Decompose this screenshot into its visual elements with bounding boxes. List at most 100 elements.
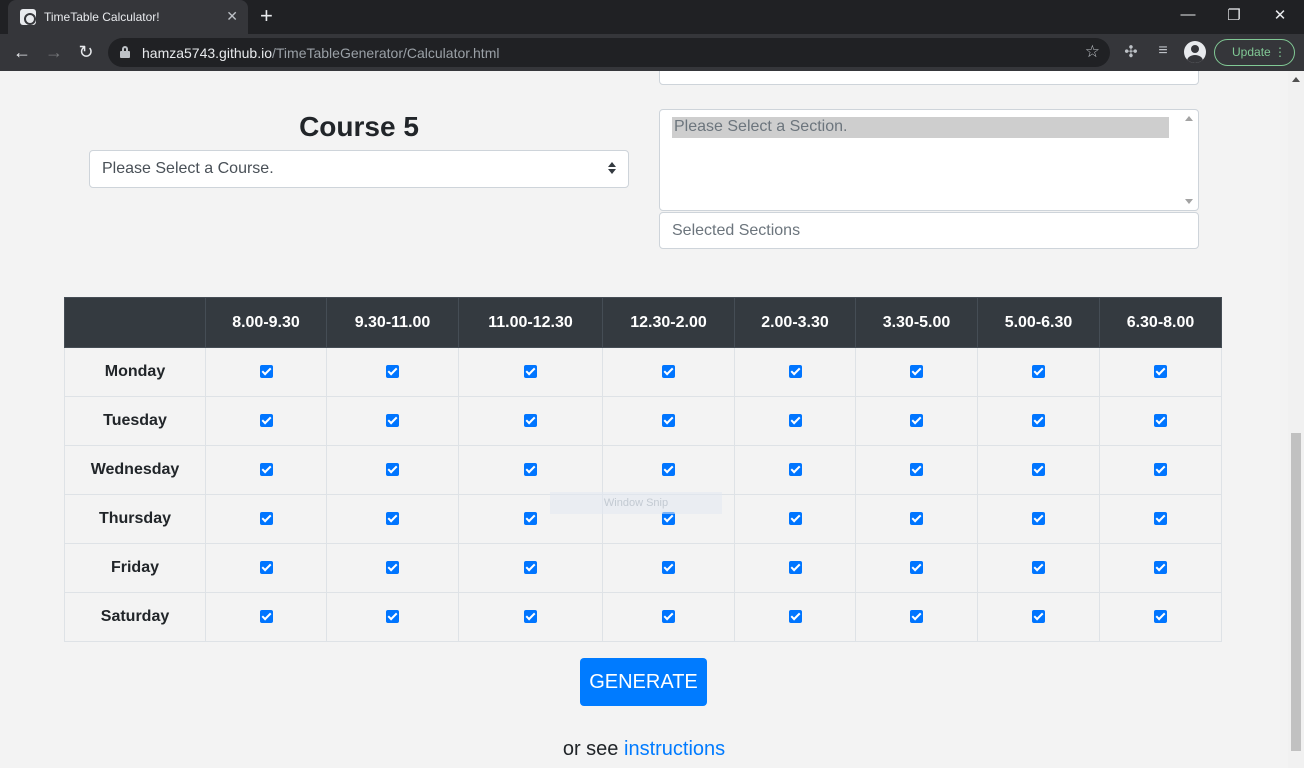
selected-sections-field-previous[interactable]: Selected Sections — [659, 71, 1199, 85]
list-scroll-down-icon[interactable] — [1185, 199, 1193, 204]
timetable-cell — [855, 592, 978, 642]
scroll-up-arrow-icon[interactable] — [1292, 77, 1300, 82]
timetable-cell — [602, 396, 735, 446]
timetable-cell — [977, 347, 1100, 397]
slot-checkbox[interactable] — [662, 512, 675, 526]
slot-checkbox[interactable] — [386, 610, 399, 624]
timetable-cell — [326, 494, 459, 544]
slot-checkbox[interactable] — [386, 561, 399, 575]
slot-checkbox[interactable] — [524, 365, 537, 379]
slot-checkbox[interactable] — [788, 414, 802, 428]
reload-icon[interactable]: ↻ — [74, 41, 98, 65]
slot-checkbox[interactable] — [1154, 610, 1167, 624]
timetable-cell — [205, 592, 327, 642]
timetable-cell — [458, 543, 603, 593]
slot-checkbox[interactable] — [1032, 365, 1045, 379]
slot-checkbox[interactable] — [1154, 512, 1167, 526]
timetable-cell — [1099, 347, 1222, 397]
slot-checkbox[interactable] — [910, 463, 923, 477]
slot-checkbox[interactable] — [662, 463, 675, 477]
timetable-cell — [977, 543, 1100, 593]
timetable-cell — [458, 445, 603, 495]
browser-tab[interactable]: TimeTable Calculator! ✕ — [8, 0, 248, 34]
reading-list-icon[interactable]: ≡ — [1152, 42, 1174, 60]
tab-close-icon[interactable]: ✕ — [226, 8, 238, 25]
slot-checkbox[interactable] — [386, 463, 399, 477]
list-scroll-up-icon[interactable] — [1185, 116, 1193, 121]
slot-checkbox[interactable] — [910, 365, 923, 379]
slot-checkbox[interactable] — [1154, 463, 1167, 477]
slot-checkbox[interactable] — [1032, 414, 1045, 428]
page-content: Selected Sections Course 5 Please Select… — [0, 71, 1288, 768]
time-slot-header: 3.30-5.00 — [855, 297, 978, 348]
new-tab-button[interactable]: + — [260, 5, 273, 27]
update-button[interactable]: Update ⋮ — [1214, 39, 1295, 66]
slot-checkbox[interactable] — [910, 414, 923, 428]
slot-checkbox[interactable] — [1032, 512, 1045, 526]
site-favicon-icon — [20, 9, 36, 25]
slot-checkbox[interactable] — [662, 610, 675, 624]
address-bar[interactable]: hamza5743.github.io/TimeTableGenerator/C… — [108, 38, 1110, 67]
slot-checkbox[interactable] — [1032, 610, 1045, 624]
slot-checkbox[interactable] — [524, 414, 537, 428]
slot-checkbox[interactable] — [386, 414, 399, 428]
slot-checkbox[interactable] — [910, 561, 923, 575]
timetable-cell — [734, 494, 856, 544]
slot-checkbox[interactable] — [1154, 414, 1167, 428]
scrollbar-thumb[interactable] — [1291, 433, 1301, 751]
slot-checkbox[interactable] — [386, 512, 399, 526]
day-label: Wednesday — [64, 445, 206, 495]
timetable-cell — [1099, 494, 1222, 544]
course-title: Course 5 — [299, 111, 419, 142]
timetable-cell — [734, 592, 856, 642]
section-list[interactable]: Please Select a Section. — [659, 109, 1199, 211]
slot-checkbox[interactable] — [259, 463, 273, 477]
slot-checkbox[interactable] — [259, 414, 273, 428]
section-option[interactable]: Please Select a Section. — [672, 117, 1169, 138]
footer-text: or see — [562, 738, 624, 760]
profile-avatar-icon[interactable] — [1184, 41, 1206, 63]
slot-checkbox[interactable] — [662, 561, 675, 575]
slot-checkbox[interactable] — [524, 610, 537, 624]
restore-button[interactable]: ❐ — [1214, 6, 1254, 24]
slot-checkbox[interactable] — [788, 365, 802, 379]
slot-checkbox[interactable] — [259, 610, 273, 624]
slot-checkbox[interactable] — [1154, 561, 1167, 575]
slot-checkbox[interactable] — [788, 512, 802, 526]
slot-checkbox[interactable] — [524, 561, 537, 575]
course-select[interactable]: Please Select a Course. — [89, 150, 629, 188]
slot-checkbox[interactable] — [1032, 561, 1045, 575]
page-scrollbar[interactable] — [1288, 71, 1304, 768]
table-row: Wednesday — [64, 445, 1222, 495]
slot-checkbox[interactable] — [259, 512, 273, 526]
slot-checkbox[interactable] — [1154, 365, 1167, 379]
url-text: hamza5743.github.io/TimeTableGenerator/C… — [142, 45, 500, 61]
slot-checkbox[interactable] — [524, 512, 537, 526]
table-row: Friday — [64, 543, 1222, 593]
slot-checkbox[interactable] — [788, 610, 802, 624]
timetable-cell — [326, 396, 459, 446]
slot-checkbox[interactable] — [910, 512, 923, 526]
slot-checkbox[interactable] — [259, 561, 273, 575]
window-close-button[interactable]: ✕ — [1260, 6, 1300, 24]
slot-checkbox[interactable] — [788, 463, 802, 477]
slot-checkbox[interactable] — [788, 561, 802, 575]
slot-checkbox[interactable] — [662, 414, 675, 428]
slot-checkbox[interactable] — [524, 463, 537, 477]
back-arrow-icon[interactable]: ← — [10, 41, 34, 65]
bookmark-star-icon[interactable]: ☆ — [1085, 42, 1100, 62]
selected-sections-field[interactable]: Selected Sections — [659, 212, 1199, 249]
slot-checkbox[interactable] — [910, 610, 923, 624]
slot-checkbox[interactable] — [662, 365, 675, 379]
timetable-cell — [977, 396, 1100, 446]
slot-checkbox[interactable] — [386, 365, 399, 379]
minimize-button[interactable]: — — [1168, 6, 1208, 23]
generate-button[interactable]: GENERATE — [580, 658, 707, 706]
slot-checkbox[interactable] — [259, 365, 273, 379]
time-slot-header: 9.30-11.00 — [326, 297, 459, 348]
forward-arrow-icon[interactable]: → — [42, 41, 66, 65]
timetable-header-row: 8.00-9.30 9.30-11.00 11.00-12.30 12.30-2.00… — [64, 297, 1222, 348]
extensions-puzzle-icon[interactable]: ✣ — [1120, 42, 1142, 62]
slot-checkbox[interactable] — [1032, 463, 1045, 477]
instructions-link[interactable]: instructions — [624, 738, 725, 760]
